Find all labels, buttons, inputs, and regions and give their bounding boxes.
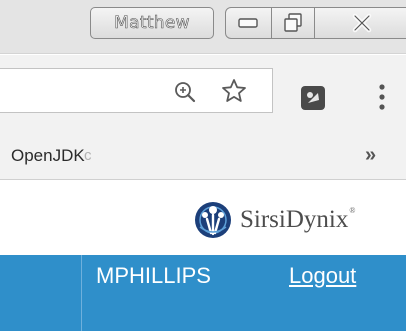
close-icon (352, 13, 371, 33)
title-bar: Matthew (0, 0, 406, 54)
bookmark-item-openjdk[interactable]: OpenJDK (11, 146, 85, 166)
brand-logo[interactable]: SirsiDynix® (194, 201, 355, 239)
trademark-mark: ® (349, 206, 356, 215)
bookmarks-overflow-button[interactable]: » (365, 144, 376, 167)
window-controls (225, 7, 406, 39)
address-bar[interactable] (0, 68, 273, 113)
close-button[interactable] (315, 8, 406, 38)
zoom-icon[interactable] (173, 80, 199, 104)
menu-icon[interactable] (369, 79, 395, 115)
extension-icon[interactable] (298, 83, 328, 113)
username-label: MPHILLIPS (96, 263, 211, 288)
minimize-icon (238, 18, 258, 28)
brand-name: SirsiDynix® (240, 206, 356, 233)
user-bar: MPHILLIPS Logout (0, 255, 406, 331)
bookmarks-bar: OpenJDK c » (0, 135, 406, 180)
bookmark-star-icon[interactable] (221, 78, 247, 104)
user-bar-divider (81, 255, 82, 331)
logout-link[interactable]: Logout (289, 263, 356, 289)
restore-icon (284, 13, 302, 32)
sirsidynix-logo-icon (195, 202, 231, 238)
browser-toolbar (0, 55, 406, 135)
profile-button[interactable]: Matthew (90, 7, 214, 39)
minimize-button[interactable] (226, 8, 272, 38)
maximize-button[interactable] (272, 8, 316, 38)
bookmark-item-truncated[interactable]: c (84, 147, 92, 164)
